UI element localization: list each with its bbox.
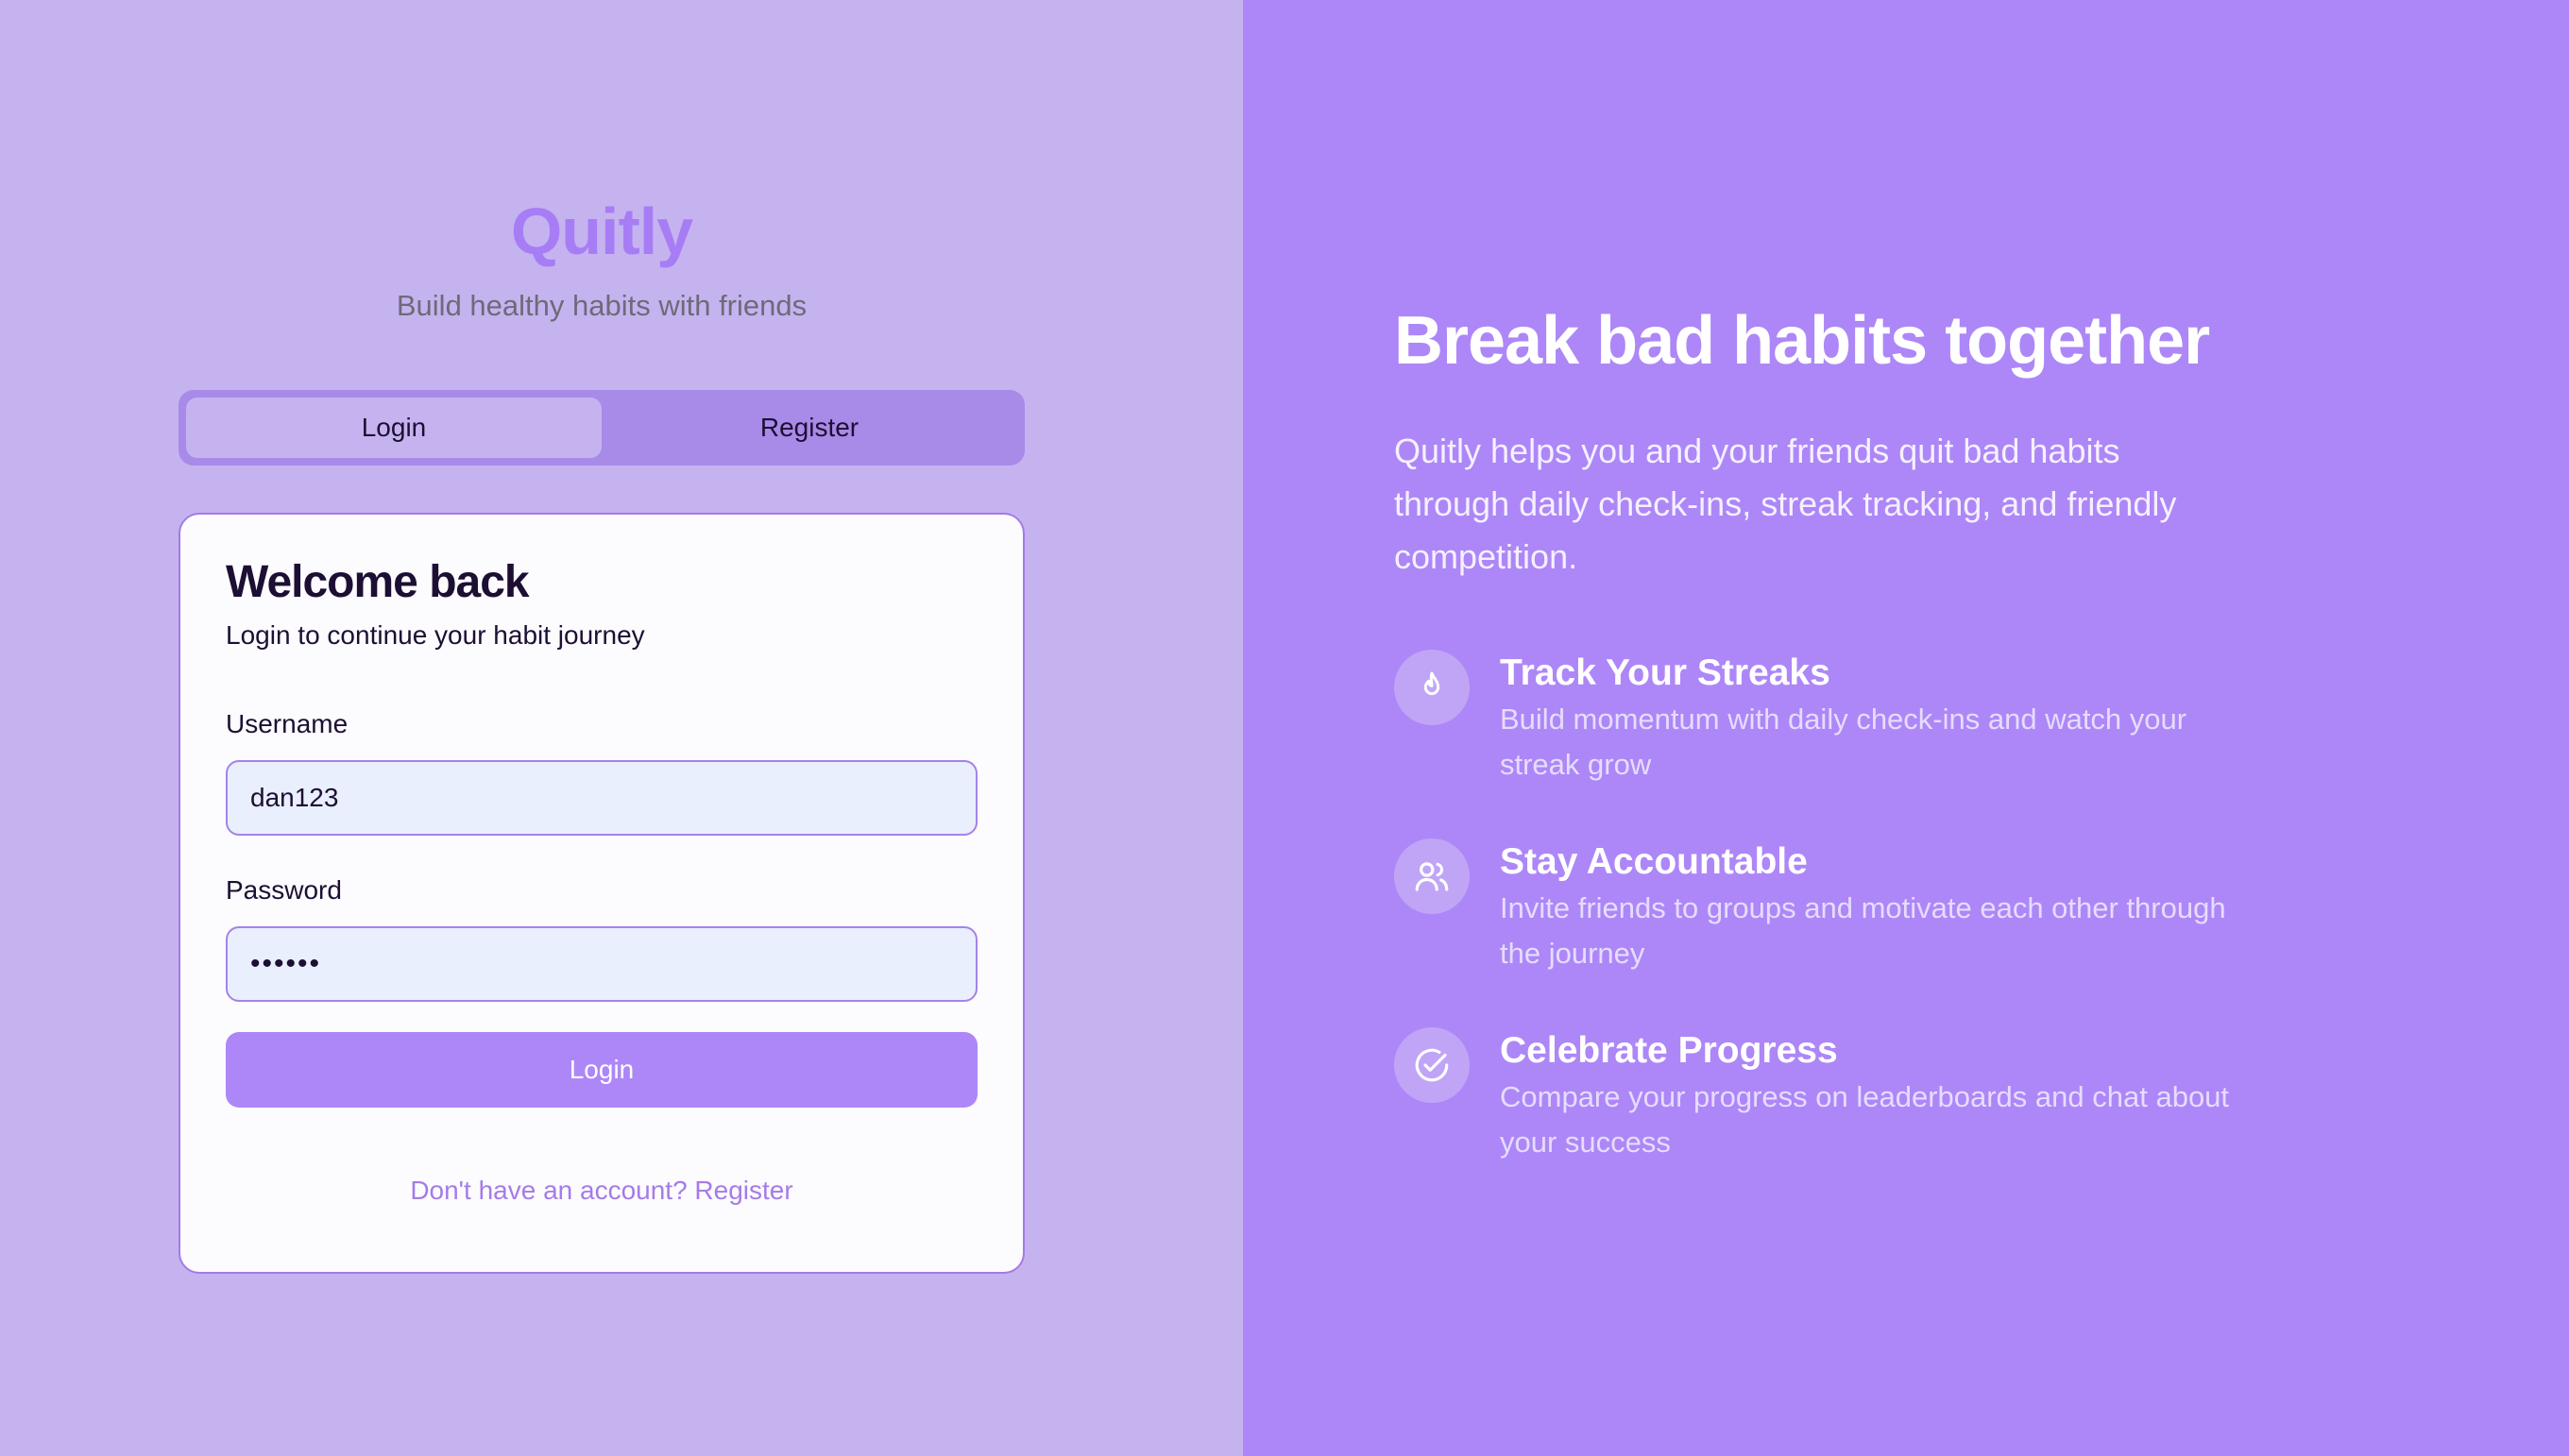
auth-tabs: Login Register — [179, 390, 1025, 466]
brand-logo: Quitly — [510, 195, 693, 268]
feature-description: Invite friends to groups and motivate ea… — [1500, 891, 2226, 970]
feature-description: Build momentum with daily check-ins and … — [1500, 703, 2187, 781]
users-icon — [1394, 838, 1470, 914]
feature-title: Track Your Streaks — [1500, 652, 1830, 693]
feature-item: Stay Accountable Invite friends to group… — [1394, 838, 2339, 976]
password-input[interactable]: •••••• — [226, 926, 978, 1002]
hero-description: Quitly helps you and your friends quit b… — [1394, 432, 2177, 576]
feature-item: Celebrate Progress Compare your progress… — [1394, 1027, 2339, 1165]
username-input[interactable]: dan123 — [226, 760, 978, 836]
login-button[interactable]: Login — [226, 1032, 978, 1108]
hero-panel: Break bad habits together Quitly helps y… — [1243, 0, 2569, 1456]
brand-tagline: Build healthy habits with friends — [396, 289, 808, 322]
password-label: Password — [226, 875, 342, 905]
card-subtitle: Login to continue your habit journey — [226, 620, 645, 650]
auth-panel: Quitly Build healthy habits with friends… — [0, 0, 1243, 1456]
feature-description: Compare your progress on leaderboards an… — [1500, 1080, 2230, 1159]
feature-item: Track Your Streaks Build momentum with d… — [1394, 650, 2339, 787]
tab-register[interactable]: Register — [602, 398, 1017, 458]
flame-icon — [1394, 650, 1470, 725]
register-link[interactable]: Don't have an account? Register — [180, 1176, 1023, 1206]
username-label: Username — [226, 709, 349, 738]
check-circle-icon — [1394, 1027, 1470, 1103]
feature-title: Celebrate Progress — [1500, 1030, 1838, 1071]
feature-title: Stay Accountable — [1500, 841, 1808, 882]
tab-login[interactable]: Login — [186, 398, 602, 458]
card-title: Welcome back — [226, 557, 530, 607]
hero-title: Break bad habits together — [1394, 303, 2210, 379]
login-card: Welcome back Login to continue your habi… — [179, 513, 1025, 1274]
